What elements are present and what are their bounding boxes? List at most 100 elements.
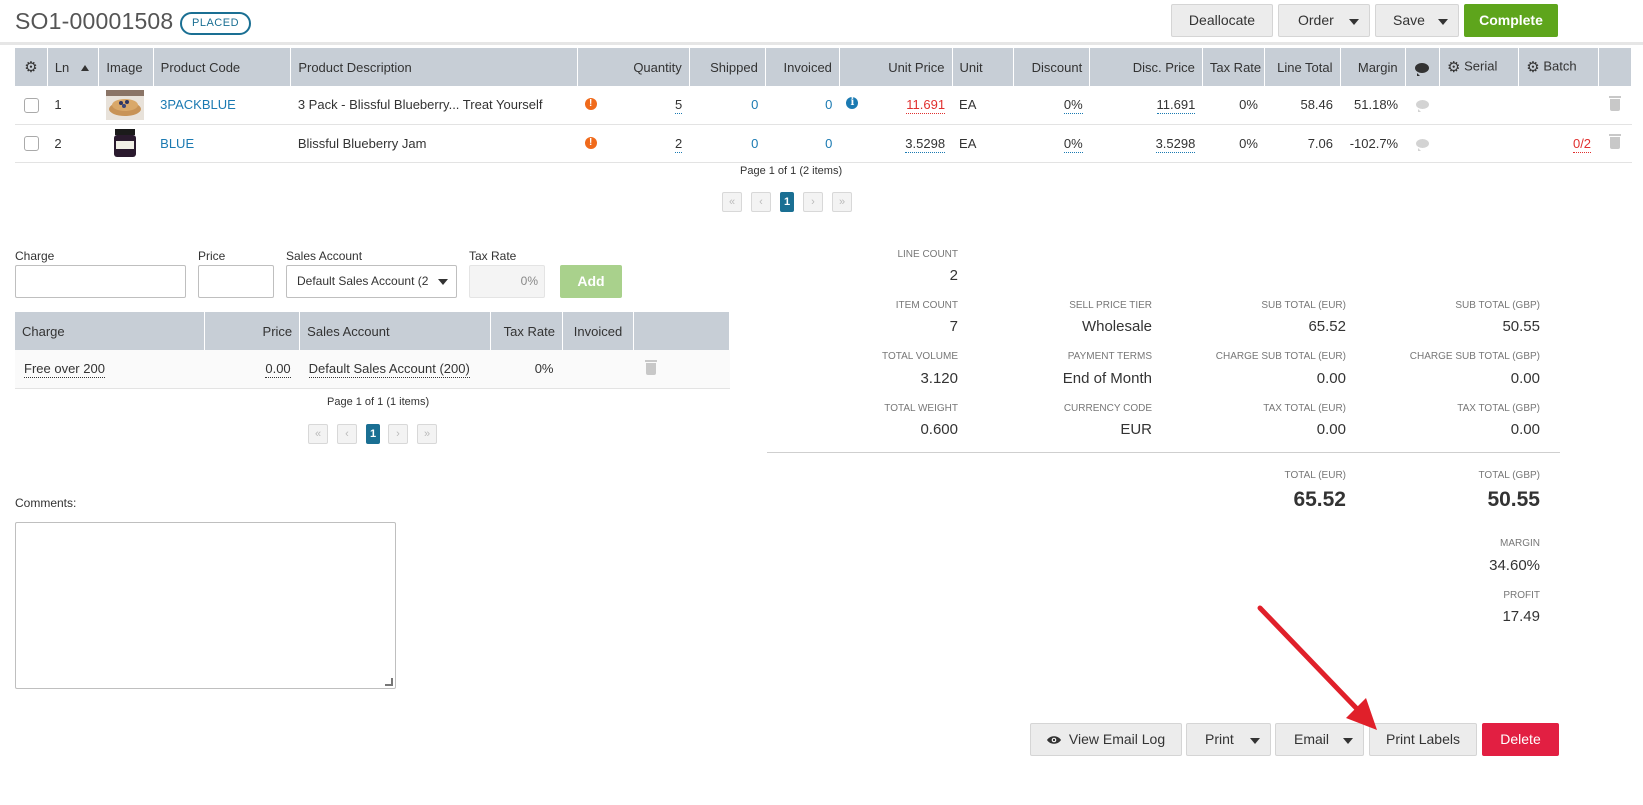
prev-page-button[interactable]: ‹: [751, 192, 771, 212]
col-batch[interactable]: ⚙ Batch: [1518, 48, 1599, 86]
first-page-button[interactable]: «: [308, 424, 328, 444]
invoiced-cell[interactable]: 0: [765, 86, 840, 125]
resize-handle-icon[interactable]: [385, 678, 393, 686]
row-checkbox[interactable]: [23, 136, 39, 152]
batch-value[interactable]: 0/2: [1572, 135, 1592, 153]
col-ln[interactable]: Ln: [47, 48, 100, 86]
col-serial[interactable]: ⚙ Serial: [1439, 48, 1520, 86]
delete-button[interactable]: Delete: [1482, 723, 1559, 756]
unit-price-value[interactable]: 3.5298: [905, 135, 946, 153]
batch-cell[interactable]: 0/2: [1518, 124, 1599, 163]
price-value[interactable]: 0.00: [265, 361, 291, 379]
col-price[interactable]: Price: [204, 312, 301, 350]
delete-line-cell[interactable]: [1598, 124, 1632, 163]
row-select[interactable]: [15, 124, 48, 163]
last-page-button[interactable]: »: [417, 424, 437, 444]
col-tax-rate[interactable]: Tax Rate: [490, 312, 563, 350]
comment-icon[interactable]: [1415, 138, 1429, 151]
sales-account-cell[interactable]: Default Sales Account (200): [299, 350, 491, 389]
view-email-log-button[interactable]: View Email Log: [1030, 723, 1182, 756]
product-code-link[interactable]: 3PACKBLUE: [160, 97, 236, 112]
batch-cell[interactable]: [1518, 86, 1599, 125]
charge-input[interactable]: [15, 265, 186, 298]
col-discount[interactable]: Discount: [1013, 48, 1091, 86]
comment-cell[interactable]: [1405, 86, 1440, 125]
order-dropdown-button[interactable]: Order: [1278, 4, 1370, 37]
print-labels-button[interactable]: Print Labels: [1369, 723, 1477, 756]
col-disc-price[interactable]: Disc. Price: [1089, 48, 1203, 86]
col-invoiced[interactable]: Invoiced: [562, 312, 634, 350]
first-page-button[interactable]: «: [722, 192, 742, 212]
next-page-button[interactable]: ›: [803, 192, 823, 212]
col-comments[interactable]: [1405, 48, 1441, 86]
sales-account-select[interactable]: Default Sales Account (2: [286, 265, 457, 298]
trash-icon[interactable]: [645, 359, 658, 375]
quantity-value[interactable]: 2: [675, 135, 683, 153]
row-select[interactable]: [15, 86, 48, 125]
charge-value[interactable]: Free over 200: [24, 361, 105, 379]
trash-icon[interactable]: [1608, 134, 1621, 149]
shipped-cell[interactable]: 0: [689, 124, 766, 163]
serial-cell[interactable]: [1439, 124, 1519, 163]
info-icon[interactable]: i: [846, 97, 859, 110]
comment-cell[interactable]: [1405, 124, 1440, 163]
product-code[interactable]: 3PACKBLUE: [153, 86, 291, 125]
delete-charge-cell[interactable]: [633, 350, 730, 389]
quantity-cell[interactable]: ! 2: [577, 124, 690, 163]
next-page-button[interactable]: ›: [388, 424, 408, 444]
col-shipped[interactable]: Shipped: [689, 48, 766, 86]
row-checkbox[interactable]: [23, 97, 39, 113]
col-unit-price[interactable]: Unit Price: [839, 48, 953, 86]
col-margin[interactable]: Margin: [1340, 48, 1406, 86]
disc-price-cell[interactable]: 11.691: [1089, 86, 1203, 125]
col-image[interactable]: Image: [98, 48, 154, 86]
discount-cell[interactable]: 0%: [1013, 86, 1090, 125]
comments-textarea[interactable]: [15, 522, 396, 689]
unit-price-cell[interactable]: i 11.691: [839, 86, 953, 125]
quantity-value[interactable]: 5: [675, 97, 683, 115]
price-cell[interactable]: 0.00: [204, 350, 300, 389]
print-dropdown-button[interactable]: Print: [1186, 723, 1271, 756]
shipped-cell[interactable]: 0: [689, 86, 766, 125]
last-page-button[interactable]: »: [832, 192, 852, 212]
col-line-total[interactable]: Line Total: [1264, 48, 1341, 86]
charge-cell[interactable]: Free over 200: [15, 350, 205, 389]
deallocate-button[interactable]: Deallocate: [1171, 4, 1273, 37]
serial-cell[interactable]: [1439, 86, 1519, 125]
col-product-code[interactable]: Product Code: [153, 48, 292, 86]
unit-price-cell[interactable]: 3.5298: [839, 124, 953, 163]
col-product-description[interactable]: Product Description: [290, 48, 579, 86]
email-dropdown-button[interactable]: Email: [1275, 723, 1364, 756]
disc-price-value[interactable]: 3.5298: [1155, 135, 1196, 153]
col-quantity[interactable]: Quantity: [577, 48, 690, 86]
price-input[interactable]: [198, 265, 274, 298]
sales-account-value[interactable]: Default Sales Account (200): [308, 361, 470, 379]
col-tax-rate[interactable]: Tax Rate: [1202, 48, 1266, 86]
unit-cell[interactable]: EA: [952, 124, 1014, 163]
unit-price-value[interactable]: 11.691: [906, 97, 946, 115]
quantity-cell[interactable]: ! 5: [577, 86, 690, 125]
col-sales-account[interactable]: Sales Account: [299, 312, 491, 350]
disc-price-cell[interactable]: 3.5298: [1089, 124, 1203, 163]
prev-page-button[interactable]: ‹: [337, 424, 357, 444]
invoiced-cell[interactable]: 0: [765, 124, 840, 163]
warning-icon[interactable]: !: [584, 98, 597, 111]
delete-line-cell[interactable]: [1598, 86, 1632, 125]
warning-icon[interactable]: !: [584, 136, 597, 149]
column-settings[interactable]: ⚙: [15, 48, 48, 86]
discount-value[interactable]: 0%: [1063, 135, 1083, 153]
disc-price-value[interactable]: 11.691: [1156, 97, 1196, 115]
discount-cell[interactable]: 0%: [1013, 124, 1090, 163]
col-invoiced[interactable]: Invoiced: [765, 48, 840, 86]
save-dropdown-button[interactable]: Save: [1375, 4, 1459, 37]
discount-value[interactable]: 0%: [1063, 97, 1083, 115]
unit-cell[interactable]: EA: [952, 86, 1014, 125]
col-charge[interactable]: Charge: [15, 312, 206, 350]
product-code[interactable]: BLUE: [153, 124, 291, 163]
current-page-button[interactable]: 1: [780, 192, 794, 212]
current-page-button[interactable]: 1: [366, 424, 380, 444]
complete-button[interactable]: Complete: [1464, 4, 1558, 37]
col-unit[interactable]: Unit: [952, 48, 1015, 86]
trash-icon[interactable]: [1608, 95, 1621, 111]
product-code-link[interactable]: BLUE: [160, 136, 194, 151]
